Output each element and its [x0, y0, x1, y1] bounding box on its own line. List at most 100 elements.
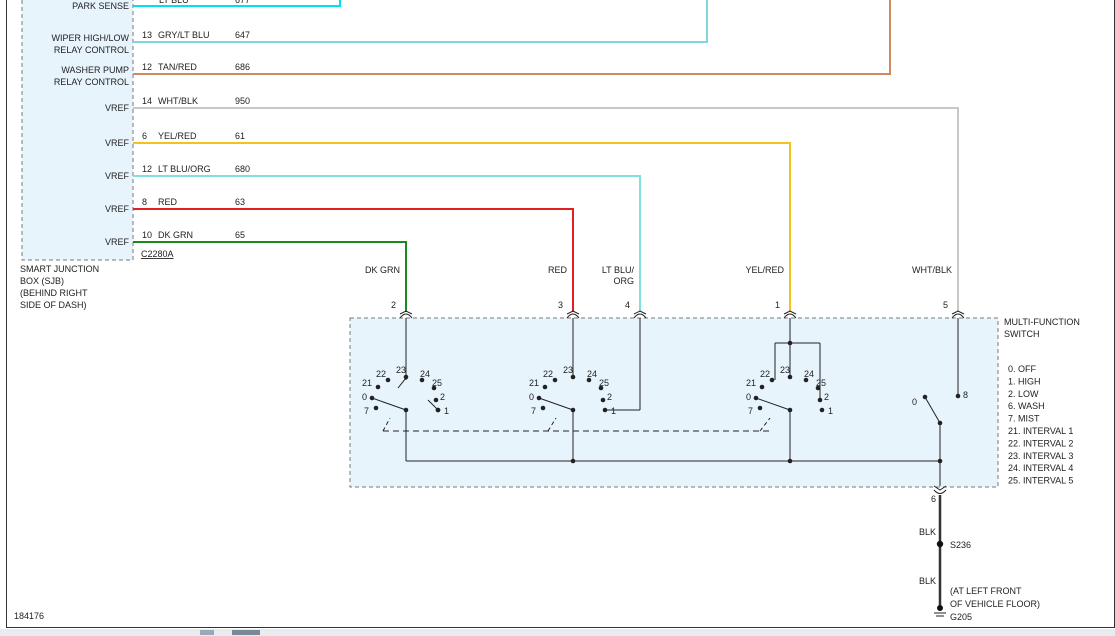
contact-label: 1: [828, 406, 833, 416]
input-pin-number: 2: [391, 300, 396, 310]
input-pin-number: 5: [943, 300, 948, 310]
contact-label: 0: [746, 392, 751, 402]
circuit-wire: [133, 241, 407, 312]
figure-id: 184176: [14, 611, 44, 621]
multi-function-switch-box: [349, 317, 999, 488]
circuit-color-name: RED: [158, 197, 178, 207]
contact-label: 0: [529, 392, 534, 402]
connector-symbol: [566, 313, 580, 319]
sjb-label-line: SMART JUNCTION: [20, 264, 99, 274]
connector-symbol: [399, 313, 413, 319]
contact-dot: [759, 384, 765, 390]
circuit-wire: [133, 142, 791, 312]
circuit-number-partial: 677: [235, 0, 250, 5]
contact-dot: [373, 405, 379, 411]
input-wire-label: WHT/BLK: [912, 265, 952, 275]
circuit-number: 647: [235, 30, 250, 40]
splice-id: S236: [950, 540, 971, 550]
sjb-label-line: BOX (SJB): [20, 276, 64, 286]
contact-dot: [600, 397, 606, 403]
contact-dot: [385, 377, 391, 383]
contact-label: 24: [420, 369, 430, 379]
circuit-pin-number: 14: [142, 96, 152, 106]
circuit-color-name: GRY/LT BLU: [158, 30, 210, 40]
mfs-legend-item: 22. INTERVAL 2: [1008, 438, 1073, 448]
contact-label: 2: [824, 392, 829, 402]
circuit-color-name: DK GRN: [158, 230, 193, 240]
contact-label: 21: [529, 378, 539, 388]
contact-label: 2: [440, 392, 445, 402]
contact-label: 23: [396, 365, 406, 375]
contact-label: 0: [912, 397, 917, 407]
sjb-pin-label: VREF: [105, 204, 130, 214]
contact-label: 24: [587, 369, 597, 379]
circuit-color-name: YEL/RED: [158, 131, 197, 141]
ground-circuit: 6 BLK S236 BLK (AT LEFT FRONT OF VEHICLE FLOO…: [919, 485, 1040, 622]
ground-wire-color: BLK: [919, 576, 936, 586]
circuit-color-name-partial: LT BLU: [159, 0, 189, 5]
junction-dot: [570, 458, 576, 464]
mfs-title: MULTI-FUNCTION SWITCH: [1004, 317, 1080, 339]
mfs-legend-item: 0. OFF: [1008, 364, 1037, 374]
mfs-legend-item: 2. LOW: [1008, 389, 1039, 399]
circuit-pin-number: 12: [142, 62, 152, 72]
sjb-connector-id: C2280A: [141, 249, 174, 259]
contact-label: 25: [816, 378, 826, 388]
circuit-pin-number: 6: [142, 131, 147, 141]
contact-label: 2: [607, 392, 612, 402]
contact-label: 24: [804, 369, 814, 379]
mfs-legend-item: 25. INTERVAL 5: [1008, 476, 1073, 486]
contact-label: 22: [376, 369, 386, 379]
taskbar-icon[interactable]: [232, 630, 260, 635]
input-wire-label: DK GRN: [365, 265, 400, 275]
mfs-title-line: SWITCH: [1004, 329, 1040, 339]
contact-label: 8: [963, 390, 968, 400]
sjb-pin-label: VREF: [105, 103, 130, 113]
mfs-title-line: MULTI-FUNCTION: [1004, 317, 1080, 327]
circuit-number: 686: [235, 62, 250, 72]
circuit-number: 61: [235, 131, 245, 141]
mfs-legend-item: 23. INTERVAL 3: [1008, 451, 1073, 461]
input-pin-number: 1: [775, 300, 780, 310]
circuit-number: 950: [235, 96, 250, 106]
contact-label: 7: [748, 406, 753, 416]
circuit-pin-number: 10: [142, 230, 152, 240]
ground-point: [937, 605, 943, 611]
contact-dot: [769, 377, 775, 383]
circuit-pin-number: 12: [142, 164, 152, 174]
sjb-pin-label: WIPER HIGH/LOW: [51, 33, 129, 43]
wiring-diagram: SMART JUNCTION BOX (SJB) (BEHIND RIGHT SIDE…: [14, 0, 1080, 622]
contact-label: 23: [780, 365, 790, 375]
mfs-legend-item: 7. MIST: [1008, 414, 1040, 424]
output-pin-number: 6: [931, 494, 936, 504]
splice-dot: [936, 540, 944, 548]
circuit-number: 65: [235, 230, 245, 240]
contact-label: 22: [543, 369, 553, 379]
contact-label: 1: [444, 406, 449, 416]
contact-dot: [552, 377, 558, 383]
ground-location: OF VEHICLE FLOOR): [950, 599, 1040, 609]
contact-label: 7: [531, 406, 536, 416]
contact-dot: [435, 407, 441, 413]
taskbar-icon[interactable]: [200, 630, 214, 635]
contact-dot: [819, 407, 825, 413]
connector-symbol: [783, 313, 797, 319]
connector-symbol: [633, 313, 647, 319]
switch-inputs: DK GRN 2 RED 3 LT BLU/ORG 4 YEL/RED 1 WHT/BLK 5: [365, 265, 965, 319]
input-pin-number: 4: [625, 300, 630, 310]
mfs-legend-item: 1. HIGH: [1008, 376, 1041, 386]
contact-label: 7: [364, 406, 369, 416]
input-wire-label: RED: [548, 265, 568, 275]
contact-dot: [542, 384, 548, 390]
contact-label: 23: [563, 365, 573, 375]
ground-location: (AT LEFT FRONT: [950, 586, 1022, 596]
mfs-legend-item: 21. INTERVAL 1: [1008, 426, 1073, 436]
sjb-label-line: (BEHIND RIGHT: [20, 288, 88, 298]
circuit-number: 680: [235, 164, 250, 174]
contact-label: 22: [760, 369, 770, 379]
contact-label: 25: [599, 378, 609, 388]
circuit-wire: [133, 208, 574, 312]
circuit-color-name: TAN/RED: [158, 62, 197, 72]
ground-wire-color: BLK: [919, 527, 936, 537]
contact-dot: [433, 397, 439, 403]
